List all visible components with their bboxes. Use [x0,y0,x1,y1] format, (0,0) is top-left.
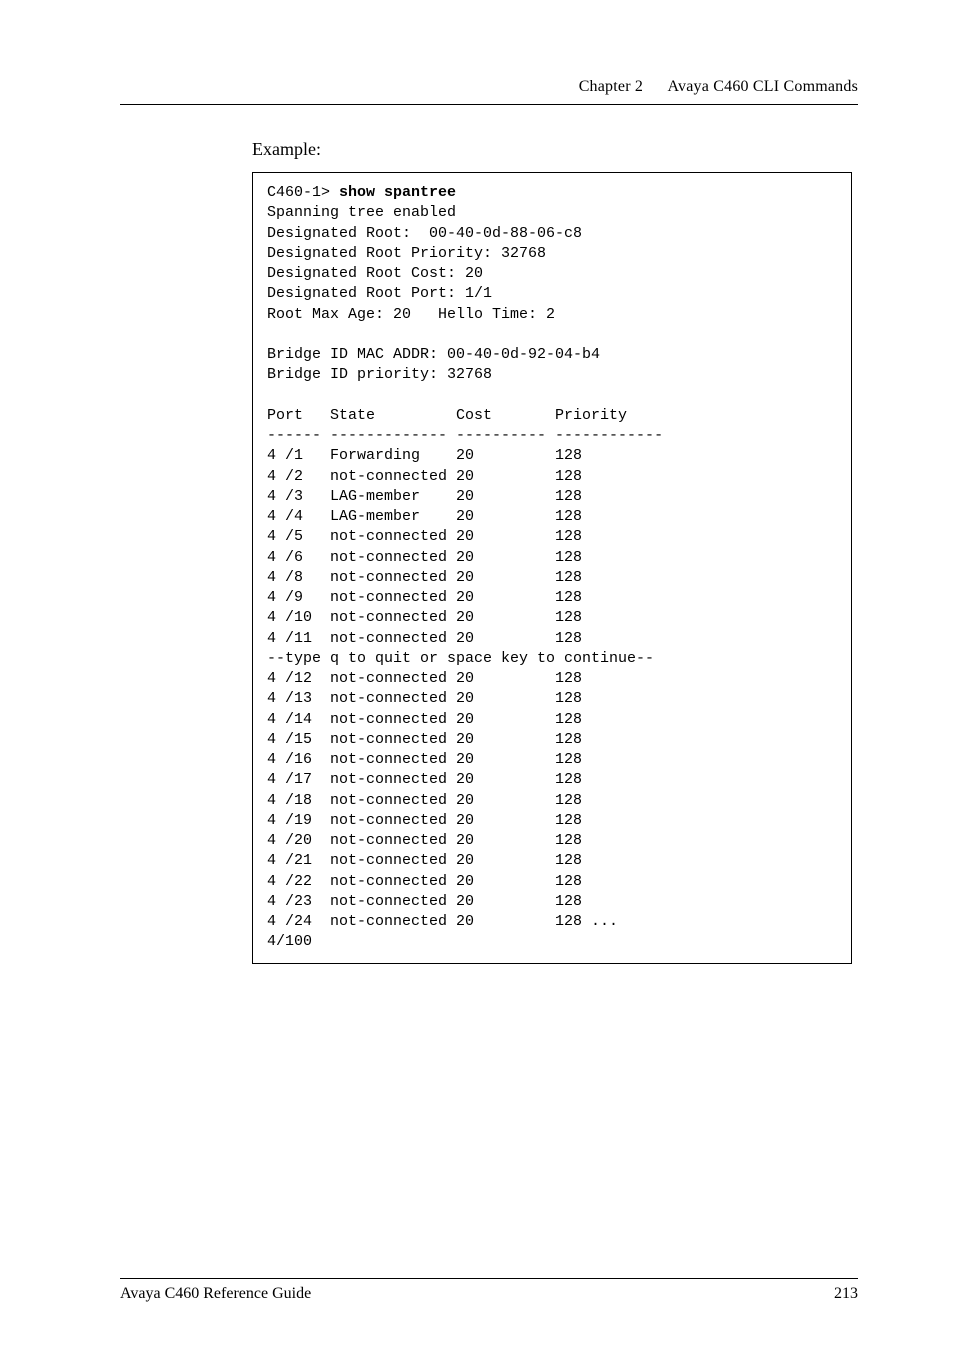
header-separator [647,78,664,95]
terminal-row: 4 /14 not-connected 20 128 [267,711,582,728]
terminal-line: Designated Root: 00-40-0d-88-06-c8 [267,225,582,242]
terminal-row: 4 /8 not-connected 20 128 [267,569,582,586]
terminal-line: Bridge ID priority: 32768 [267,366,492,383]
terminal-row: 4 /9 not-connected 20 128 [267,589,582,606]
header-rule [120,104,858,105]
terminal-line: Spanning tree enabled [267,204,456,221]
terminal-row: 4 /5 not-connected 20 128 [267,528,582,545]
terminal-row: 4 /23 not-connected 20 128 [267,893,582,910]
terminal-row: 4 /18 not-connected 20 128 [267,792,582,809]
terminal-command: show spantree [339,184,456,201]
footer-row: Avaya C460 Reference Guide 213 [120,1285,858,1303]
footer-page-number: 213 [834,1285,858,1303]
terminal-row: 4 /4 LAG-member 20 128 [267,508,582,525]
terminal-row: 4 /6 not-connected 20 128 [267,549,582,566]
terminal-line: Bridge ID MAC ADDR: 00-40-0d-92-04-b4 [267,346,600,363]
terminal-row: 4 /22 not-connected 20 128 [267,873,582,890]
terminal-line: Designated Root Port: 1/1 [267,285,492,302]
terminal-row: 4 /11 not-connected 20 128 [267,630,582,647]
terminal-row: 4 /2 not-connected 20 128 [267,468,582,485]
terminal-line: Root Max Age: 20 Hello Time: 2 [267,306,555,323]
terminal-column-rule: ------ ------------- ---------- --------… [267,427,663,444]
terminal-row: 4 /15 not-connected 20 128 [267,731,582,748]
page-footer: Avaya C460 Reference Guide 213 [120,1278,858,1303]
terminal-row: 4 /1 Forwarding 20 128 [267,447,582,464]
terminal-prompt: C460-1> [267,184,339,201]
terminal-column-header: Port State Cost Priority [267,407,627,424]
terminal-row: 4 /3 LAG-member 20 128 [267,488,582,505]
terminal-row: 4 /24 not-connected 20 128 ... [267,913,618,930]
terminal-continue-line: --type q to quit or space key to continu… [267,650,654,667]
terminal-row: 4 /20 not-connected 20 128 [267,832,582,849]
terminal-row: 4 /21 not-connected 20 128 [267,852,582,869]
terminal-row: 4 /16 not-connected 20 128 [267,751,582,768]
terminal-row: 4 /19 not-connected 20 128 [267,812,582,829]
footer-rule [120,1278,858,1279]
example-label: Example: [252,139,858,160]
chapter-label: Chapter 2 [579,78,643,95]
terminal-row: 4/100 [267,933,312,950]
terminal-line: Designated Root Priority: 32768 [267,245,546,262]
terminal-output: C460-1> show spantree Spanning tree enab… [267,183,837,953]
page-header: Chapter 2 Avaya C460 CLI Commands [120,78,858,96]
terminal-row: 4 /17 not-connected 20 128 [267,771,582,788]
terminal-line: Designated Root Cost: 20 [267,265,483,282]
terminal-row: 4 /12 not-connected 20 128 [267,670,582,687]
terminal-row: 4 /13 not-connected 20 128 [267,690,582,707]
chapter-title: Avaya C460 CLI Commands [667,78,858,95]
page: Chapter 2 Avaya C460 CLI Commands Exampl… [0,0,954,1351]
footer-left: Avaya C460 Reference Guide [120,1285,311,1303]
terminal-output-box: C460-1> show spantree Spanning tree enab… [252,172,852,964]
terminal-row: 4 /10 not-connected 20 128 [267,609,582,626]
